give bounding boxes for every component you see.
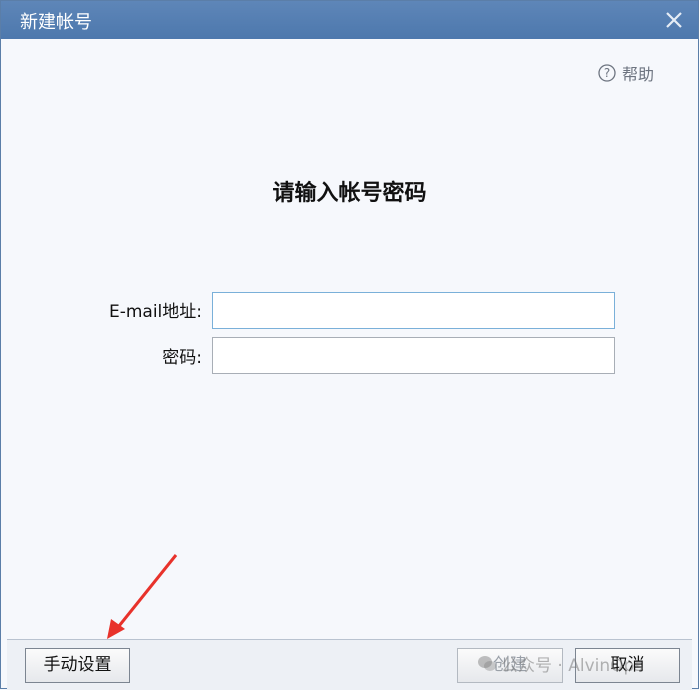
email-label: E-mail地址: (108, 302, 202, 322)
dialog-content: ? 帮助 请输入帐号密码 E-mail地址: 密码: (7, 39, 692, 639)
cancel-button[interactable]: 取消 (575, 648, 680, 683)
page-heading: 请输入帐号密码 (272, 181, 427, 206)
close-icon[interactable] (662, 8, 686, 32)
password-field[interactable] (212, 337, 615, 374)
email-field[interactable] (212, 292, 615, 329)
dialog-title: 新建帐号 (20, 12, 92, 33)
create-button[interactable]: 创建 (457, 648, 563, 683)
annotation-arrow (107, 554, 178, 639)
button-bar: 手动设置 创建 取消 (7, 639, 692, 690)
manual-setup-button[interactable]: 手动设置 (25, 648, 130, 683)
question-circle-icon: ? (598, 64, 616, 82)
title-bar[interactable]: 新建帐号 (1, 1, 698, 39)
svg-text:?: ? (604, 66, 610, 80)
help-link[interactable]: ? 帮助 (598, 61, 654, 85)
new-account-dialog: 新建帐号 ? 帮助 请输入帐号密码 E-mail地址: 密码: 手动设置 创建 … (0, 0, 699, 690)
password-label: 密码: (162, 348, 202, 368)
help-label: 帮助 (622, 65, 655, 84)
